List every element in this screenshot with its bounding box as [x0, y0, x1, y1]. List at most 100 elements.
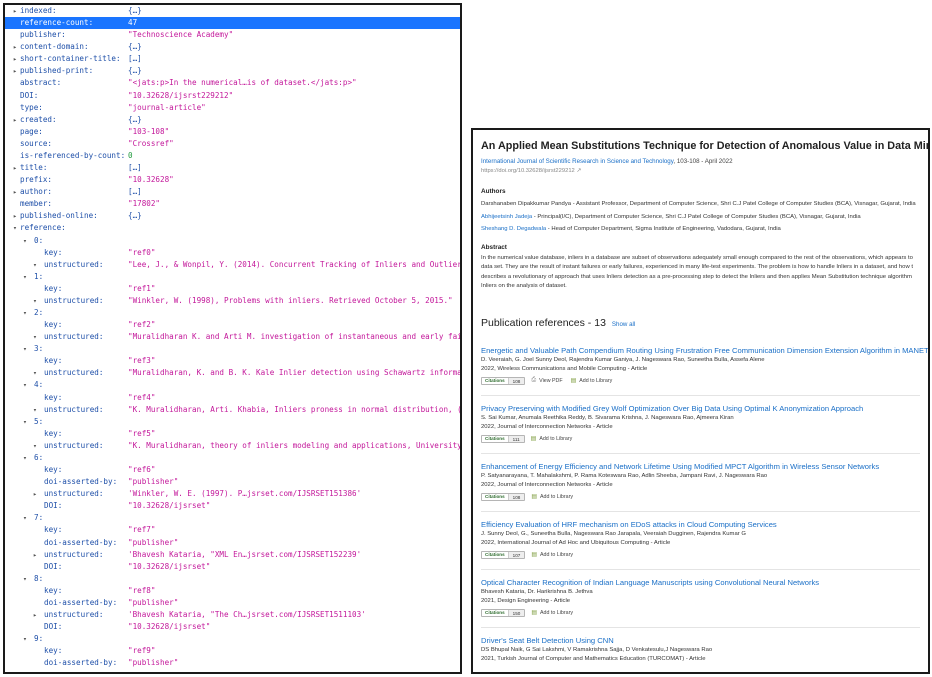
json-row[interactable]: ▸ short-container-title: […] — [5, 53, 460, 65]
citations-badge[interactable]: Citations 108 — [481, 376, 526, 385]
json-row[interactable]: ▾ 9: — [5, 633, 460, 645]
json-row[interactable]: ▾ 5: — [5, 416, 460, 428]
json-row[interactable]: ▾ unstructured: "K. Muralidharan, Arti. Kh… — [5, 404, 460, 416]
json-row[interactable]: page: "103-108" — [5, 126, 460, 138]
json-row[interactable]: doi-asserted-by: "publisher" — [5, 476, 460, 488]
json-row[interactable]: DOI: "10.32628/ijsrset" — [5, 561, 460, 573]
json-row[interactable]: ▸ title: […] — [5, 162, 460, 174]
collapse-arrow-icon[interactable]: ▾ — [21, 452, 29, 464]
json-row[interactable]: doi-asserted-by: "publisher" — [5, 597, 460, 609]
collapse-arrow-icon[interactable]: ▾ — [21, 512, 29, 524]
json-row[interactable]: ▸ indexed: {…} — [5, 5, 460, 17]
author-name[interactable]: Sheshang D. Degadwala — [481, 226, 546, 232]
json-row[interactable]: DOI: "10.32628/ijsrst229212" — [5, 90, 460, 102]
json-row[interactable]: abstract: "<jats:p>In the numerical…is of… — [5, 77, 460, 89]
add-to-library-button[interactable]: ▤ Add to Library — [571, 377, 613, 385]
collapse-arrow-icon[interactable]: ▾ — [21, 235, 29, 247]
json-row[interactable]: ▾ 6: — [5, 452, 460, 464]
json-row[interactable]: key: "ref6" — [5, 464, 460, 476]
citations-badge[interactable]: Citations 108 — [481, 492, 526, 501]
doi-link[interactable]: https://doi.org/10.32628/ijsrst229212 ↗ — [481, 168, 581, 174]
view-pdf-button[interactable]: ⎙ View PDF — [531, 377, 562, 384]
expand-arrow-icon[interactable]: ▸ — [31, 488, 39, 500]
collapse-arrow-icon[interactable]: ▾ — [21, 416, 29, 428]
collapse-arrow-icon[interactable]: ▾ — [21, 573, 29, 585]
expand-arrow-icon[interactable]: ▸ — [11, 65, 19, 77]
json-row[interactable]: key: "ref0" — [5, 247, 460, 259]
collapse-arrow-icon[interactable]: ▾ — [21, 343, 29, 355]
add-to-library-button[interactable]: ▤ Add to Library — [531, 551, 573, 559]
reference-title-link[interactable]: Driver's Seat Belt Detection Using CNN — [481, 636, 614, 645]
json-row[interactable]: doi-asserted-by: "publisher" — [5, 537, 460, 549]
reference-title-link[interactable]: Privacy Preserving with Modified Grey Wo… — [481, 404, 863, 413]
json-row[interactable]: key: "ref7" — [5, 524, 460, 536]
json-row[interactable]: key: "ref1" — [5, 283, 460, 295]
json-row[interactable]: ▸ unstructured: 'Bhavesh Kataria, "The Ch…… — [5, 609, 460, 621]
json-row[interactable]: key: "ref8" — [5, 585, 460, 597]
json-row[interactable]: key: "ref9" — [5, 645, 460, 657]
collapse-arrow-icon[interactable]: ▾ — [31, 404, 39, 416]
collapse-arrow-icon[interactable]: ▾ — [21, 271, 29, 283]
collapse-arrow-icon[interactable]: ▾ — [21, 633, 29, 645]
expand-arrow-icon[interactable]: ▸ — [11, 53, 19, 65]
author-name[interactable]: Abhijeetsinh Jadeja — [481, 214, 532, 220]
json-row[interactable]: ▾ 0: — [5, 235, 460, 247]
json-row[interactable]: ▸ created: {…} — [5, 114, 460, 126]
reference-title-link[interactable]: Efficiency Evaluation of HRF mechanism o… — [481, 520, 777, 529]
show-all-link[interactable]: Show all — [612, 321, 635, 328]
json-row[interactable]: doi-asserted-by: "publisher" — [5, 657, 460, 669]
json-row[interactable]: ▾ 7: — [5, 512, 460, 524]
json-row[interactable]: ▾ unstructured: "Muralidharan, K. and B. K… — [5, 367, 460, 379]
collapse-arrow-icon[interactable]: ▾ — [21, 379, 29, 391]
json-row[interactable]: ▾ 1: — [5, 271, 460, 283]
json-row[interactable]: prefix: "10.32628" — [5, 174, 460, 186]
json-row[interactable]: ▾ reference: — [5, 222, 460, 234]
collapse-arrow-icon[interactable]: ▾ — [21, 307, 29, 319]
json-row[interactable]: ▾ 4: — [5, 379, 460, 391]
json-row[interactable]: DOI: "10.32628/ijsrset" — [5, 621, 460, 633]
reference-title-link[interactable]: Energetic and Valuable Path Compendium R… — [481, 346, 928, 355]
reference-title-link[interactable]: Optical Character Recognition of Indian … — [481, 578, 819, 587]
citations-badge[interactable]: Citations 150 — [481, 608, 526, 617]
expand-arrow-icon[interactable]: ▸ — [11, 114, 19, 126]
json-row[interactable]: source: "Crossref" — [5, 138, 460, 150]
json-row[interactable]: ▾ unstructured: "K. Muralidharan, theory o… — [5, 440, 460, 452]
expand-arrow-icon[interactable]: ▸ — [11, 162, 19, 174]
expand-arrow-icon[interactable]: ▸ — [31, 609, 39, 621]
json-row[interactable]: key: "ref5" — [5, 428, 460, 440]
json-row[interactable]: DOI: "10.32628/ijsrset" — [5, 500, 460, 512]
collapse-arrow-icon[interactable]: ▾ — [31, 295, 39, 307]
add-to-library-button[interactable]: ▤ Add to Library — [531, 435, 573, 443]
collapse-arrow-icon[interactable]: ▾ — [11, 222, 19, 234]
json-row[interactable]: ▸ author: […] — [5, 186, 460, 198]
json-row[interactable]: is-referenced-by-count: 0 — [5, 150, 460, 162]
expand-arrow-icon[interactable]: ▸ — [11, 41, 19, 53]
json-row[interactable]: ▾ 8: — [5, 573, 460, 585]
journal-link[interactable]: International Journal of Scientific Rese… — [481, 158, 673, 165]
json-row[interactable]: member: "17802" — [5, 198, 460, 210]
json-row[interactable]: reference-count: 47 — [5, 17, 460, 30]
json-row[interactable]: ▸ published-print: {…} — [5, 65, 460, 77]
collapse-arrow-icon[interactable]: ▾ — [31, 440, 39, 452]
json-row[interactable]: ▾ 3: — [5, 343, 460, 355]
json-row[interactable]: key: "ref2" — [5, 319, 460, 331]
json-row[interactable]: ▾ 2: — [5, 307, 460, 319]
collapse-arrow-icon[interactable]: ▾ — [31, 259, 39, 271]
json-row[interactable]: publisher: "Technoscience Academy" — [5, 29, 460, 41]
json-row[interactable]: ▸ unstructured: 'Bhavesh Kataria, "XML En…… — [5, 549, 460, 561]
collapse-arrow-icon[interactable]: ▾ — [31, 367, 39, 379]
reference-title-link[interactable]: Enhancement of Energy Efficiency and Net… — [481, 462, 879, 471]
json-row[interactable]: ▾ unstructured: "Muralidharan K. and Arti … — [5, 331, 460, 343]
json-row[interactable]: ▸ published-online: {…} — [5, 210, 460, 222]
json-row[interactable]: ▾ unstructured: "Lee, J., & Wonpil, Y. (20… — [5, 259, 460, 271]
expand-arrow-icon[interactable]: ▸ — [31, 549, 39, 561]
citations-badge[interactable]: Citations 107 — [481, 550, 526, 559]
add-to-library-button[interactable]: ▤ Add to Library — [531, 609, 573, 617]
json-row[interactable]: ▸ content-domain: {…} — [5, 41, 460, 53]
expand-arrow-icon[interactable]: ▸ — [11, 210, 19, 222]
citations-badge[interactable]: Citations 111 — [481, 434, 525, 443]
json-row[interactable]: ▾ unstructured: "Winkler, W. (1998), Probl… — [5, 295, 460, 307]
json-row[interactable]: ▸ unstructured: 'Winkler, W. E. (1997). P…… — [5, 488, 460, 500]
expand-arrow-icon[interactable]: ▸ — [11, 186, 19, 198]
add-to-library-button[interactable]: ▤ Add to Library — [531, 493, 573, 501]
